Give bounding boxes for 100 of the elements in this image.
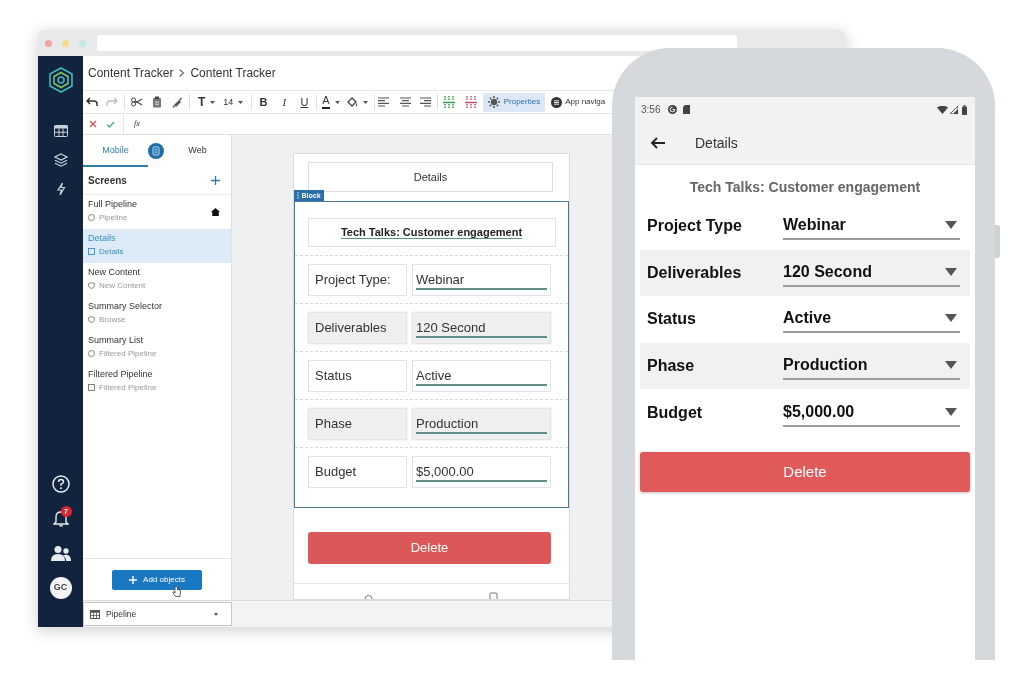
- properties-button[interactable]: Properties: [482, 92, 546, 112]
- function-button[interactable]: fx: [134, 118, 140, 130]
- field-label: Budget: [308, 456, 407, 488]
- cancel-icon[interactable]: [89, 120, 97, 128]
- screen-title-bar: Details: [308, 162, 553, 192]
- field-label: Project Type: [646, 216, 743, 237]
- plus-icon[interactable]: [211, 176, 220, 185]
- tab[interactable]: Mobile: [83, 135, 148, 167]
- back-arrow-icon[interactable]: [650, 137, 666, 149]
- value-field[interactable]: Active: [412, 360, 551, 392]
- screen-source: New Content: [99, 279, 146, 291]
- undo-icon[interactable]: [86, 97, 98, 107]
- field-label: Phase: [646, 356, 696, 377]
- screen-source: Filtered Pipeline: [99, 347, 157, 359]
- table-dropdown[interactable]: Pipeline: [83, 602, 232, 626]
- tab[interactable]: Web: [164, 135, 231, 167]
- hand-cursor-icon: [172, 586, 181, 597]
- breadcrumb-current: Content Tracker: [190, 65, 276, 82]
- italic-button[interactable]: I: [279, 96, 290, 108]
- circle-icon: [88, 349, 95, 357]
- avatar[interactable]: GC: [49, 577, 72, 599]
- paint-bucket-icon[interactable]: [345, 96, 358, 108]
- screen-source: Browse: [99, 313, 126, 325]
- screen-source: Pipeline: [99, 211, 128, 223]
- circle-icon: [88, 213, 95, 221]
- screen-item[interactable]: Summary Selector Browse: [83, 297, 231, 331]
- field-label: Status: [646, 309, 697, 330]
- hexagon-logo[interactable]: [48, 67, 73, 93]
- app-navigation-button[interactable]: App naviga: [551, 92, 606, 112]
- shield-icon: [88, 315, 95, 323]
- columns-icon[interactable]: [442, 96, 455, 108]
- plus-icon: [129, 575, 138, 584]
- page-icon[interactable]: [148, 143, 164, 159]
- caret-icon: [945, 407, 957, 416]
- dropdown-field[interactable]: 120 Second: [783, 258, 960, 287]
- dropdown-field[interactable]: Production: [783, 352, 960, 381]
- people-icon[interactable]: [50, 545, 71, 561]
- help-icon[interactable]: [51, 475, 70, 493]
- caret-icon: [945, 314, 957, 323]
- value-field[interactable]: $5,000.00: [412, 456, 551, 488]
- circle-icon: [668, 105, 678, 114]
- shield-icon: [88, 281, 95, 289]
- caret-icon: [945, 361, 957, 370]
- sd-card-icon: [683, 105, 691, 114]
- delete-button[interactable]: Delete: [640, 451, 970, 492]
- value-field[interactable]: 120 Second: [412, 312, 551, 344]
- field-label: Deliverables: [308, 312, 407, 344]
- screen-item[interactable]: New Content New Content: [83, 263, 231, 297]
- caret-icon: [210, 100, 216, 104]
- caret-icon: [945, 221, 957, 230]
- caret-icon: [362, 100, 368, 104]
- signal-icon: [950, 105, 958, 114]
- dropdown-field[interactable]: Active: [783, 305, 960, 334]
- chevron-icon: [179, 69, 185, 77]
- check-icon[interactable]: [106, 120, 115, 128]
- align-right-icon[interactable]: [419, 97, 431, 107]
- font-button[interactable]: T: [198, 96, 216, 108]
- caret-icon: [945, 267, 957, 276]
- brush-icon[interactable]: [172, 96, 182, 108]
- screen-item[interactable]: Filtered Pipeline Filtered Pipeline: [83, 365, 231, 399]
- app-bar-title: Details: [695, 133, 738, 153]
- text-color-button[interactable]: A: [322, 95, 340, 109]
- delete-button[interactable]: Delete: [308, 532, 551, 564]
- breadcrumb-link[interactable]: Content Tracker: [88, 64, 174, 82]
- dropdown-field[interactable]: Webinar: [783, 212, 960, 241]
- scissors-icon[interactable]: [131, 97, 143, 107]
- layers-icon[interactable]: [53, 153, 68, 167]
- underline-button[interactable]: U: [299, 96, 310, 108]
- window-dot-icon: [62, 39, 69, 47]
- grip-icon: [296, 192, 299, 199]
- screen-item[interactable]: Summary List Filtered Pipeline: [83, 331, 231, 365]
- bell-icon[interactable]: [52, 509, 69, 527]
- screen-source: Filtered Pipeline: [99, 381, 157, 393]
- lightning-icon[interactable]: [55, 182, 66, 196]
- field-label: Deliverables: [646, 262, 743, 283]
- square-icon: [88, 383, 95, 391]
- status-time: 3:56: [641, 103, 661, 117]
- field-label: Project Type:: [308, 264, 407, 296]
- caret-icon: [334, 100, 340, 104]
- field-label: Budget: [646, 402, 704, 423]
- screen-item[interactable]: Full Pipeline Pipeline: [83, 195, 231, 229]
- table-icon: [90, 609, 100, 619]
- field-label: Status: [308, 360, 407, 392]
- dropdown-field[interactable]: $5,000.00: [783, 398, 960, 427]
- window-dot-icon: [79, 39, 86, 47]
- align-center-icon[interactable]: [399, 97, 411, 107]
- clipboard-icon[interactable]: [152, 96, 162, 108]
- align-left-icon[interactable]: [377, 97, 389, 107]
- value-field[interactable]: Webinar: [412, 264, 551, 296]
- table-icon[interactable]: [53, 125, 68, 137]
- title-label: Tech Talks: Customer engagement: [307, 218, 556, 247]
- battery-icon: [962, 104, 967, 115]
- square-icon: [88, 247, 95, 255]
- bold-button[interactable]: B: [258, 96, 269, 108]
- add-objects-button[interactable]: Add objects: [112, 569, 202, 590]
- columns-icon[interactable]: [464, 96, 477, 108]
- caret-icon: [214, 612, 218, 616]
- font-size-dropdown[interactable]: 14: [223, 97, 244, 107]
- gear-icon: [487, 96, 500, 108]
- value-field[interactable]: Production: [412, 408, 551, 440]
